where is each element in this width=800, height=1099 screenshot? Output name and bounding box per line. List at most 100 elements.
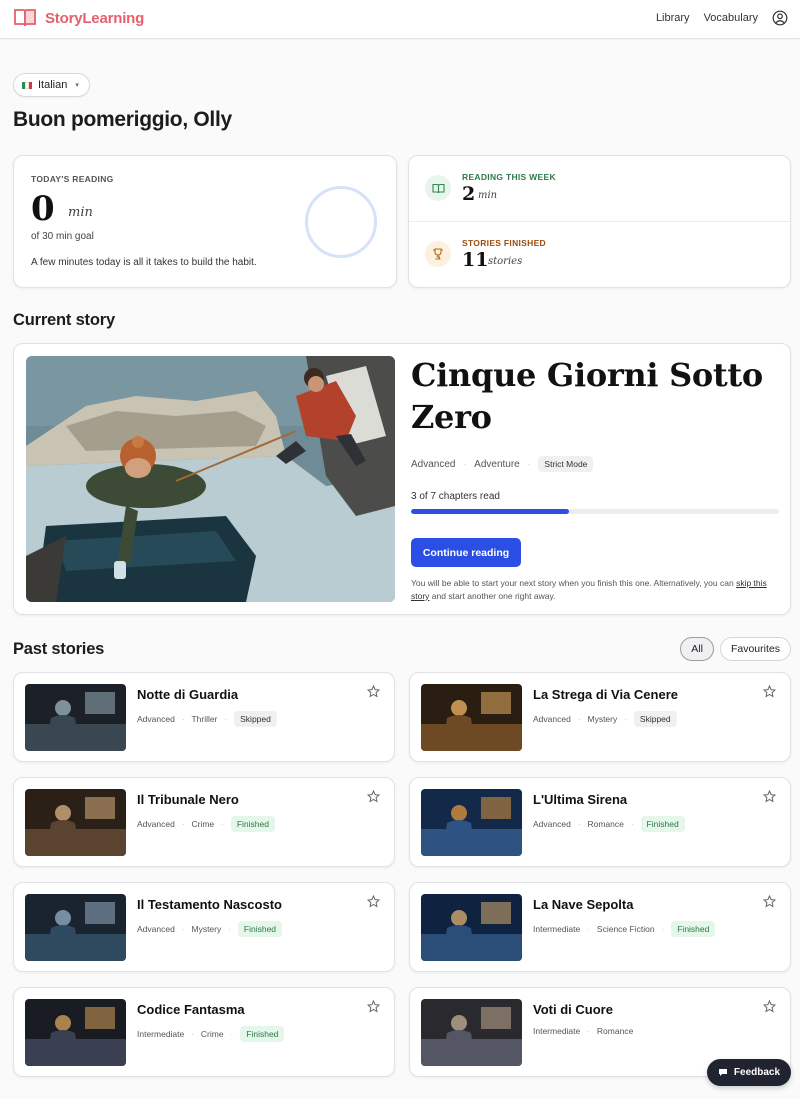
language-label: Italian <box>38 79 68 91</box>
story-meta: Intermediate · Science Fiction · Finished <box>533 921 716 937</box>
stories-finished-label: STORIES FINISHED <box>462 238 546 248</box>
story-genre: Romance <box>596 1026 634 1036</box>
feedback-button[interactable]: Feedback <box>707 1059 791 1086</box>
story-level: Advanced <box>411 458 456 470</box>
story-thumbnail <box>421 894 522 961</box>
current-story-card: Cinque Giorni Sotto Zero Advanced · Adve… <box>13 343 791 615</box>
story-genre: Romance <box>587 819 624 829</box>
story-meta: Intermediate · Romance <box>533 1026 634 1036</box>
story-level: Intermediate <box>533 924 581 934</box>
story-thumbnail <box>25 684 126 751</box>
filter-favourites[interactable]: Favourites <box>719 637 791 661</box>
next-story-note: You will be able to start your next stor… <box>411 578 767 601</box>
story-title: L'Ultima Sirena <box>533 792 628 807</box>
habit-message: A few minutes today is all it takes to b… <box>31 257 257 268</box>
current-story-meta: Advanced · Adventure · Strict Mode <box>411 456 594 472</box>
weekly-stats-card: READING THIS WEEK 2 min STORIES FINISHED… <box>408 155 791 288</box>
current-story-title[interactable]: Cinque Giorni Sotto Zero <box>411 354 771 438</box>
story-level: Advanced <box>137 819 175 829</box>
story-level: Intermediate <box>137 1029 185 1039</box>
story-filters: All Favourites <box>680 637 791 661</box>
ice-adventure-illustration <box>26 356 395 602</box>
status-badge: Skipped <box>633 711 677 727</box>
favourite-star-icon[interactable] <box>367 895 380 908</box>
favourite-star-icon[interactable] <box>763 1000 776 1013</box>
story-level: Advanced <box>533 714 571 724</box>
past-story-card[interactable]: La Nave Sepolta Intermediate · Science Fict… <box>409 882 791 972</box>
story-level: Intermediate <box>533 1026 581 1036</box>
language-select[interactable]: Italian ▾ <box>13 73 90 97</box>
continue-reading-button[interactable]: Continue reading <box>411 538 521 567</box>
past-story-card[interactable]: L'Ultima Sirena Advanced · Romance · Finished <box>409 777 791 867</box>
favourite-star-icon[interactable] <box>763 790 776 803</box>
story-thumbnail <box>421 789 522 856</box>
story-meta: Advanced · Crime · Finished <box>137 816 275 832</box>
status-badge: Finished <box>237 921 283 937</box>
status-badge: Finished <box>240 1026 285 1042</box>
story-title: Il Tribunale Nero <box>137 792 239 807</box>
stories-finished-value: 11 <box>462 249 489 271</box>
chapters-progress-text: 3 of 7 chapters read <box>411 491 500 502</box>
story-genre: Mystery <box>191 924 222 934</box>
logo[interactable]: StoryLearning <box>13 8 144 28</box>
story-genre: Thriller <box>191 714 218 724</box>
past-story-card[interactable]: Notte di Guardia Advanced · Thriller · Skippe… <box>13 672 395 762</box>
book-logo-icon <box>14 9 36 27</box>
reading-this-week-value: 2 <box>462 183 476 205</box>
favourite-star-icon[interactable] <box>367 685 380 698</box>
story-level: Advanced <box>137 924 175 934</box>
favourite-star-icon[interactable] <box>367 790 380 803</box>
nav-vocabulary[interactable]: Vocabulary <box>704 12 758 24</box>
feedback-label: Feedback <box>733 1067 781 1078</box>
past-story-card[interactable]: La Strega di Via Cenere Advanced · Mystery ·… <box>409 672 791 762</box>
stories-finished-unit: stories <box>488 256 523 267</box>
favourite-star-icon[interactable] <box>763 895 776 908</box>
story-meta: Advanced · Mystery · Finished <box>137 921 283 937</box>
story-thumbnail <box>421 999 522 1066</box>
story-title: Notte di Guardia <box>137 687 239 702</box>
account-icon[interactable] <box>772 10 788 26</box>
nav-library[interactable]: Library <box>656 12 690 24</box>
reading-this-week-unit: min <box>478 190 498 201</box>
todays-reading-card: TODAY'S READING 0 min of 30 min goal A f… <box>13 155 397 288</box>
main-nav: Library Vocabulary <box>656 10 788 26</box>
past-stories-heading: Past stories <box>13 640 105 658</box>
story-level: Advanced <box>137 714 175 724</box>
story-thumbnail <box>25 789 126 856</box>
top-bar: StoryLearning Library Vocabulary <box>0 0 800 39</box>
story-meta: Advanced · Mystery · Skipped <box>533 711 677 727</box>
chat-bubble-icon <box>718 1069 727 1076</box>
story-genre: Science Fiction <box>596 924 655 934</box>
open-book-icon <box>425 175 451 201</box>
favourite-star-icon[interactable] <box>763 685 776 698</box>
story-genre: Mystery <box>587 714 618 724</box>
status-badge: Finished <box>230 816 275 832</box>
chevron-down-icon: ▾ <box>75 82 79 89</box>
story-title: La Nave Sepolta <box>533 897 634 912</box>
current-story-heading: Current story <box>13 311 115 329</box>
story-thumbnail <box>421 684 522 751</box>
stories-finished-stat: STORIES FINISHED 11 stories <box>409 222 790 288</box>
filter-all[interactable]: All <box>680 637 714 661</box>
past-story-card[interactable]: Il Testamento Nascosto Advanced · Mystery · F… <box>13 882 395 972</box>
story-genre: Crime <box>200 1029 224 1039</box>
past-story-card[interactable]: Codice Fantasma Intermediate · Crime · Finish… <box>13 987 395 1077</box>
story-genre: Adventure <box>474 458 520 470</box>
status-badge: Skipped <box>234 711 277 727</box>
current-story-cover[interactable] <box>26 356 395 602</box>
todays-reading-unit: min <box>68 205 93 220</box>
favourite-star-icon[interactable] <box>367 1000 380 1013</box>
italy-flag-icon <box>22 81 33 89</box>
todays-reading-label: TODAY'S READING <box>31 174 114 184</box>
chapters-progress-bar <box>411 509 779 514</box>
story-meta: Advanced · Thriller · Skipped <box>137 711 277 727</box>
reading-goal: of 30 min goal <box>31 231 94 242</box>
chapters-progress-fill <box>411 509 569 514</box>
story-genre: Crime <box>191 819 215 829</box>
story-thumbnail <box>25 999 126 1066</box>
logo-text: StoryLearning <box>45 9 145 27</box>
status-badge: Finished <box>671 921 716 937</box>
reading-this-week-label: READING THIS WEEK <box>462 172 556 182</box>
daily-progress-ring <box>305 186 377 258</box>
past-story-card[interactable]: Il Tribunale Nero Advanced · Crime · Finished <box>13 777 395 867</box>
